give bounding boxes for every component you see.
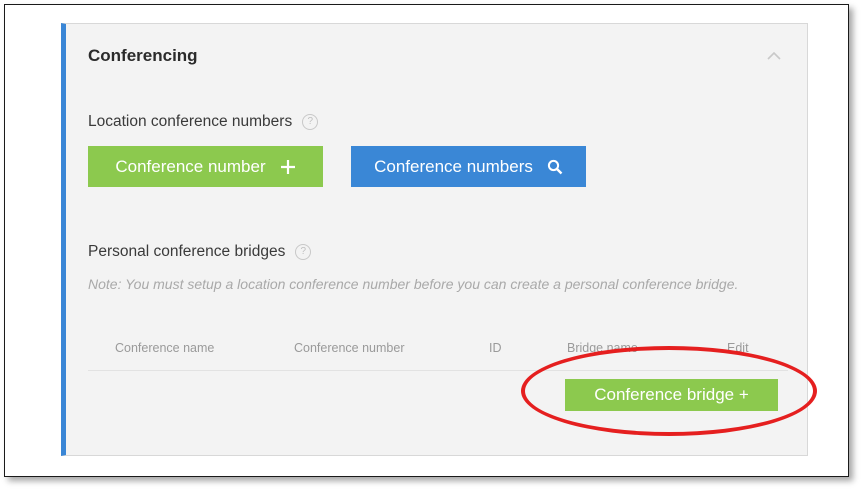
search-conference-numbers-label: Conference numbers [374, 156, 533, 176]
help-icon[interactable]: ? [302, 114, 319, 130]
column-bridge-name: Bridge name [567, 341, 638, 355]
add-conference-bridge-button[interactable]: Conference bridge + [565, 379, 778, 411]
help-icon[interactable]: ? [295, 244, 312, 260]
location-conference-heading-text: Location conference numbers [88, 113, 293, 130]
add-conference-number-label: Conference number [115, 156, 266, 176]
column-conference-name: Conference name [115, 341, 215, 355]
column-id: ID [489, 341, 502, 355]
location-conference-heading: Location conference numbers? [88, 113, 319, 131]
search-icon [547, 159, 563, 175]
setup-note: Note: You must setup a location conferen… [88, 276, 739, 292]
section-title: Conferencing [88, 46, 198, 65]
personal-bridges-heading: Personal conference bridges? [88, 243, 312, 261]
personal-bridges-heading-text: Personal conference bridges [88, 243, 286, 260]
chevron-up-icon[interactable] [766, 50, 782, 62]
column-conference-number: Conference number [294, 341, 405, 355]
bridges-table-header: Conference name Conference number ID Bri… [88, 334, 788, 371]
add-conference-number-button[interactable]: Conference number [88, 146, 323, 187]
search-conference-numbers-button[interactable]: Conference numbers [351, 146, 586, 187]
column-edit: Edit [727, 341, 749, 355]
plus-icon [280, 159, 296, 175]
